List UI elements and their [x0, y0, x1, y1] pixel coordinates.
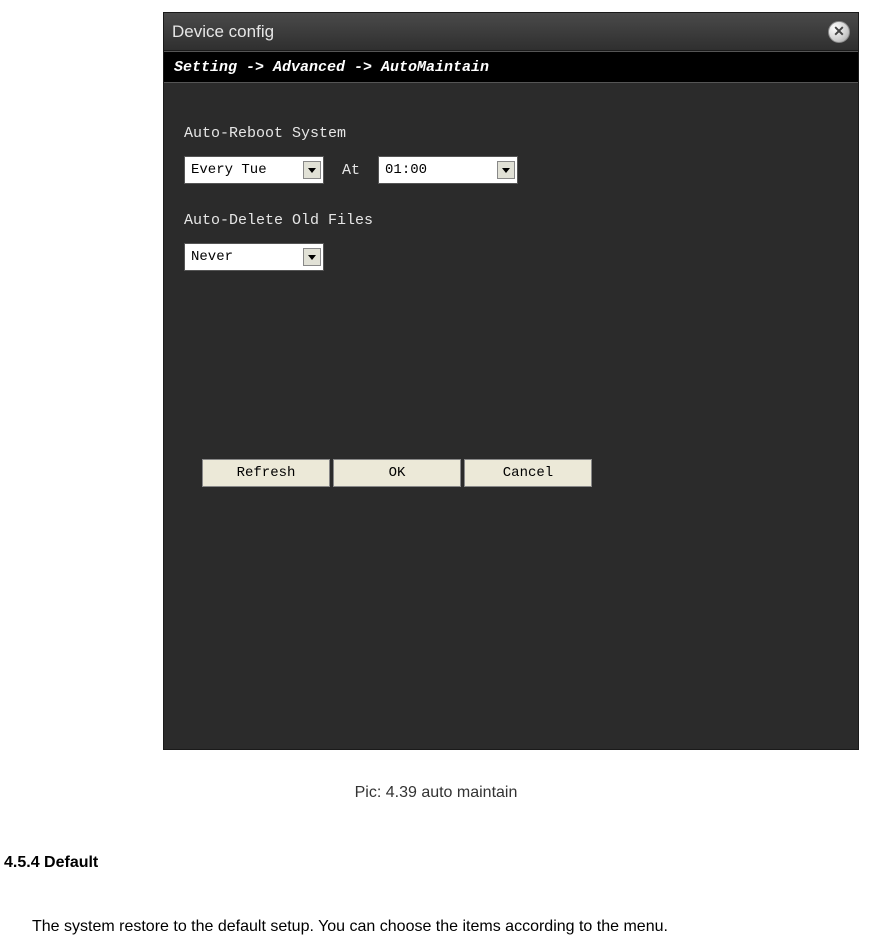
auto-reboot-time-value: 01:00 [385, 162, 427, 178]
breadcrumb: Setting -> Advanced -> AutoMaintain [174, 59, 489, 76]
chevron-down-icon [497, 161, 515, 179]
breadcrumb-bar: Setting -> Advanced -> AutoMaintain [164, 51, 858, 83]
body-text: The system restore to the default setup.… [32, 918, 872, 936]
close-icon: ✕ [833, 23, 845, 40]
cancel-button[interactable]: Cancel [464, 459, 592, 487]
auto-delete-row: Never [184, 243, 838, 271]
refresh-button[interactable]: Refresh [202, 459, 330, 487]
auto-delete-select[interactable]: Never [184, 243, 324, 271]
close-button[interactable]: ✕ [828, 21, 850, 43]
ok-button[interactable]: OK [333, 459, 461, 487]
dialog-title-bar: Device config ✕ [164, 13, 858, 51]
section-heading: 4.5.4 Default [4, 854, 872, 872]
auto-reboot-day-value: Every Tue [191, 162, 267, 178]
auto-reboot-day-select[interactable]: Every Tue [184, 156, 324, 184]
at-label: At [336, 162, 366, 179]
auto-delete-value: Never [191, 249, 233, 265]
dialog-body: Auto-Reboot System Every Tue At 01:00 Au… [164, 83, 858, 487]
chevron-down-icon [303, 248, 321, 266]
dialog-title: Device config [172, 22, 274, 42]
auto-delete-label: Auto-Delete Old Files [184, 212, 838, 229]
chevron-down-icon [303, 161, 321, 179]
device-config-dialog: Device config ✕ Setting -> Advanced -> A… [163, 12, 859, 750]
auto-reboot-row: Every Tue At 01:00 [184, 156, 838, 184]
figure-caption: Pic: 4.39 auto maintain [0, 784, 872, 802]
button-row: Refresh OK Cancel [202, 459, 838, 487]
auto-reboot-time-select[interactable]: 01:00 [378, 156, 518, 184]
auto-reboot-label: Auto-Reboot System [184, 125, 838, 142]
